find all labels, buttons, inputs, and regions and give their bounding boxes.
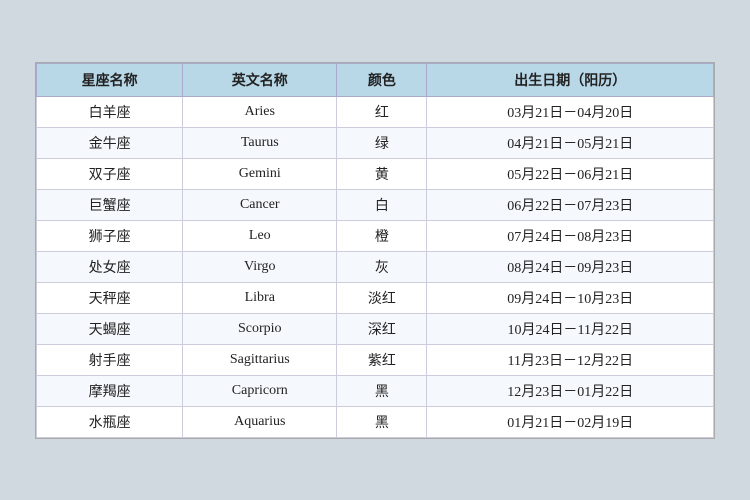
col-header-date: 出生日期（阳历） xyxy=(427,63,714,96)
table-row: 天蝎座Scorpio深红10月24日－11月22日 xyxy=(37,313,714,344)
table-cell: 金牛座 xyxy=(37,127,183,158)
table-cell: 绿 xyxy=(337,127,427,158)
table-cell: Taurus xyxy=(183,127,337,158)
table-cell: 12月23日－01月22日 xyxy=(427,375,714,406)
zodiac-table-container: 星座名称 英文名称 颜色 出生日期（阳历） 白羊座Aries红03月21日－04… xyxy=(35,62,715,439)
table-cell: 11月23日－12月22日 xyxy=(427,344,714,375)
table-cell: 橙 xyxy=(337,220,427,251)
table-cell: Virgo xyxy=(183,251,337,282)
table-cell: 09月24日－10月23日 xyxy=(427,282,714,313)
table-row: 狮子座Leo橙07月24日－08月23日 xyxy=(37,220,714,251)
table-cell: 天秤座 xyxy=(37,282,183,313)
table-cell: Capricorn xyxy=(183,375,337,406)
table-cell: 处女座 xyxy=(37,251,183,282)
table-cell: 07月24日－08月23日 xyxy=(427,220,714,251)
col-header-english-name: 英文名称 xyxy=(183,63,337,96)
table-cell: 黑 xyxy=(337,406,427,437)
table-cell: 天蝎座 xyxy=(37,313,183,344)
table-cell: 深红 xyxy=(337,313,427,344)
table-cell: 06月22日－07月23日 xyxy=(427,189,714,220)
table-cell: 01月21日－02月19日 xyxy=(427,406,714,437)
table-cell: 紫红 xyxy=(337,344,427,375)
table-cell: 红 xyxy=(337,96,427,127)
table-row: 天秤座Libra淡红09月24日－10月23日 xyxy=(37,282,714,313)
col-header-chinese-name: 星座名称 xyxy=(37,63,183,96)
table-cell: 双子座 xyxy=(37,158,183,189)
table-row: 摩羯座Capricorn黑12月23日－01月22日 xyxy=(37,375,714,406)
table-cell: 03月21日－04月20日 xyxy=(427,96,714,127)
table-cell: 黄 xyxy=(337,158,427,189)
table-cell: 水瓶座 xyxy=(37,406,183,437)
table-cell: 摩羯座 xyxy=(37,375,183,406)
table-cell: 05月22日－06月21日 xyxy=(427,158,714,189)
table-body: 白羊座Aries红03月21日－04月20日金牛座Taurus绿04月21日－0… xyxy=(37,96,714,437)
table-row: 金牛座Taurus绿04月21日－05月21日 xyxy=(37,127,714,158)
table-row: 双子座Gemini黄05月22日－06月21日 xyxy=(37,158,714,189)
table-row: 水瓶座Aquarius黑01月21日－02月19日 xyxy=(37,406,714,437)
table-row: 白羊座Aries红03月21日－04月20日 xyxy=(37,96,714,127)
table-cell: Cancer xyxy=(183,189,337,220)
table-row: 射手座Sagittarius紫红11月23日－12月22日 xyxy=(37,344,714,375)
table-cell: 淡红 xyxy=(337,282,427,313)
table-cell: 狮子座 xyxy=(37,220,183,251)
table-cell: 08月24日－09月23日 xyxy=(427,251,714,282)
table-cell: Gemini xyxy=(183,158,337,189)
table-cell: 射手座 xyxy=(37,344,183,375)
table-cell: Aries xyxy=(183,96,337,127)
table-cell: 白羊座 xyxy=(37,96,183,127)
table-header-row: 星座名称 英文名称 颜色 出生日期（阳历） xyxy=(37,63,714,96)
zodiac-table: 星座名称 英文名称 颜色 出生日期（阳历） 白羊座Aries红03月21日－04… xyxy=(36,63,714,438)
table-row: 处女座Virgo灰08月24日－09月23日 xyxy=(37,251,714,282)
table-cell: 灰 xyxy=(337,251,427,282)
table-cell: Scorpio xyxy=(183,313,337,344)
table-cell: Sagittarius xyxy=(183,344,337,375)
table-cell: 巨蟹座 xyxy=(37,189,183,220)
table-cell: 黑 xyxy=(337,375,427,406)
table-cell: 白 xyxy=(337,189,427,220)
table-cell: 10月24日－11月22日 xyxy=(427,313,714,344)
table-cell: Leo xyxy=(183,220,337,251)
table-cell: Aquarius xyxy=(183,406,337,437)
col-header-color: 颜色 xyxy=(337,63,427,96)
table-row: 巨蟹座Cancer白06月22日－07月23日 xyxy=(37,189,714,220)
table-cell: Libra xyxy=(183,282,337,313)
table-cell: 04月21日－05月21日 xyxy=(427,127,714,158)
